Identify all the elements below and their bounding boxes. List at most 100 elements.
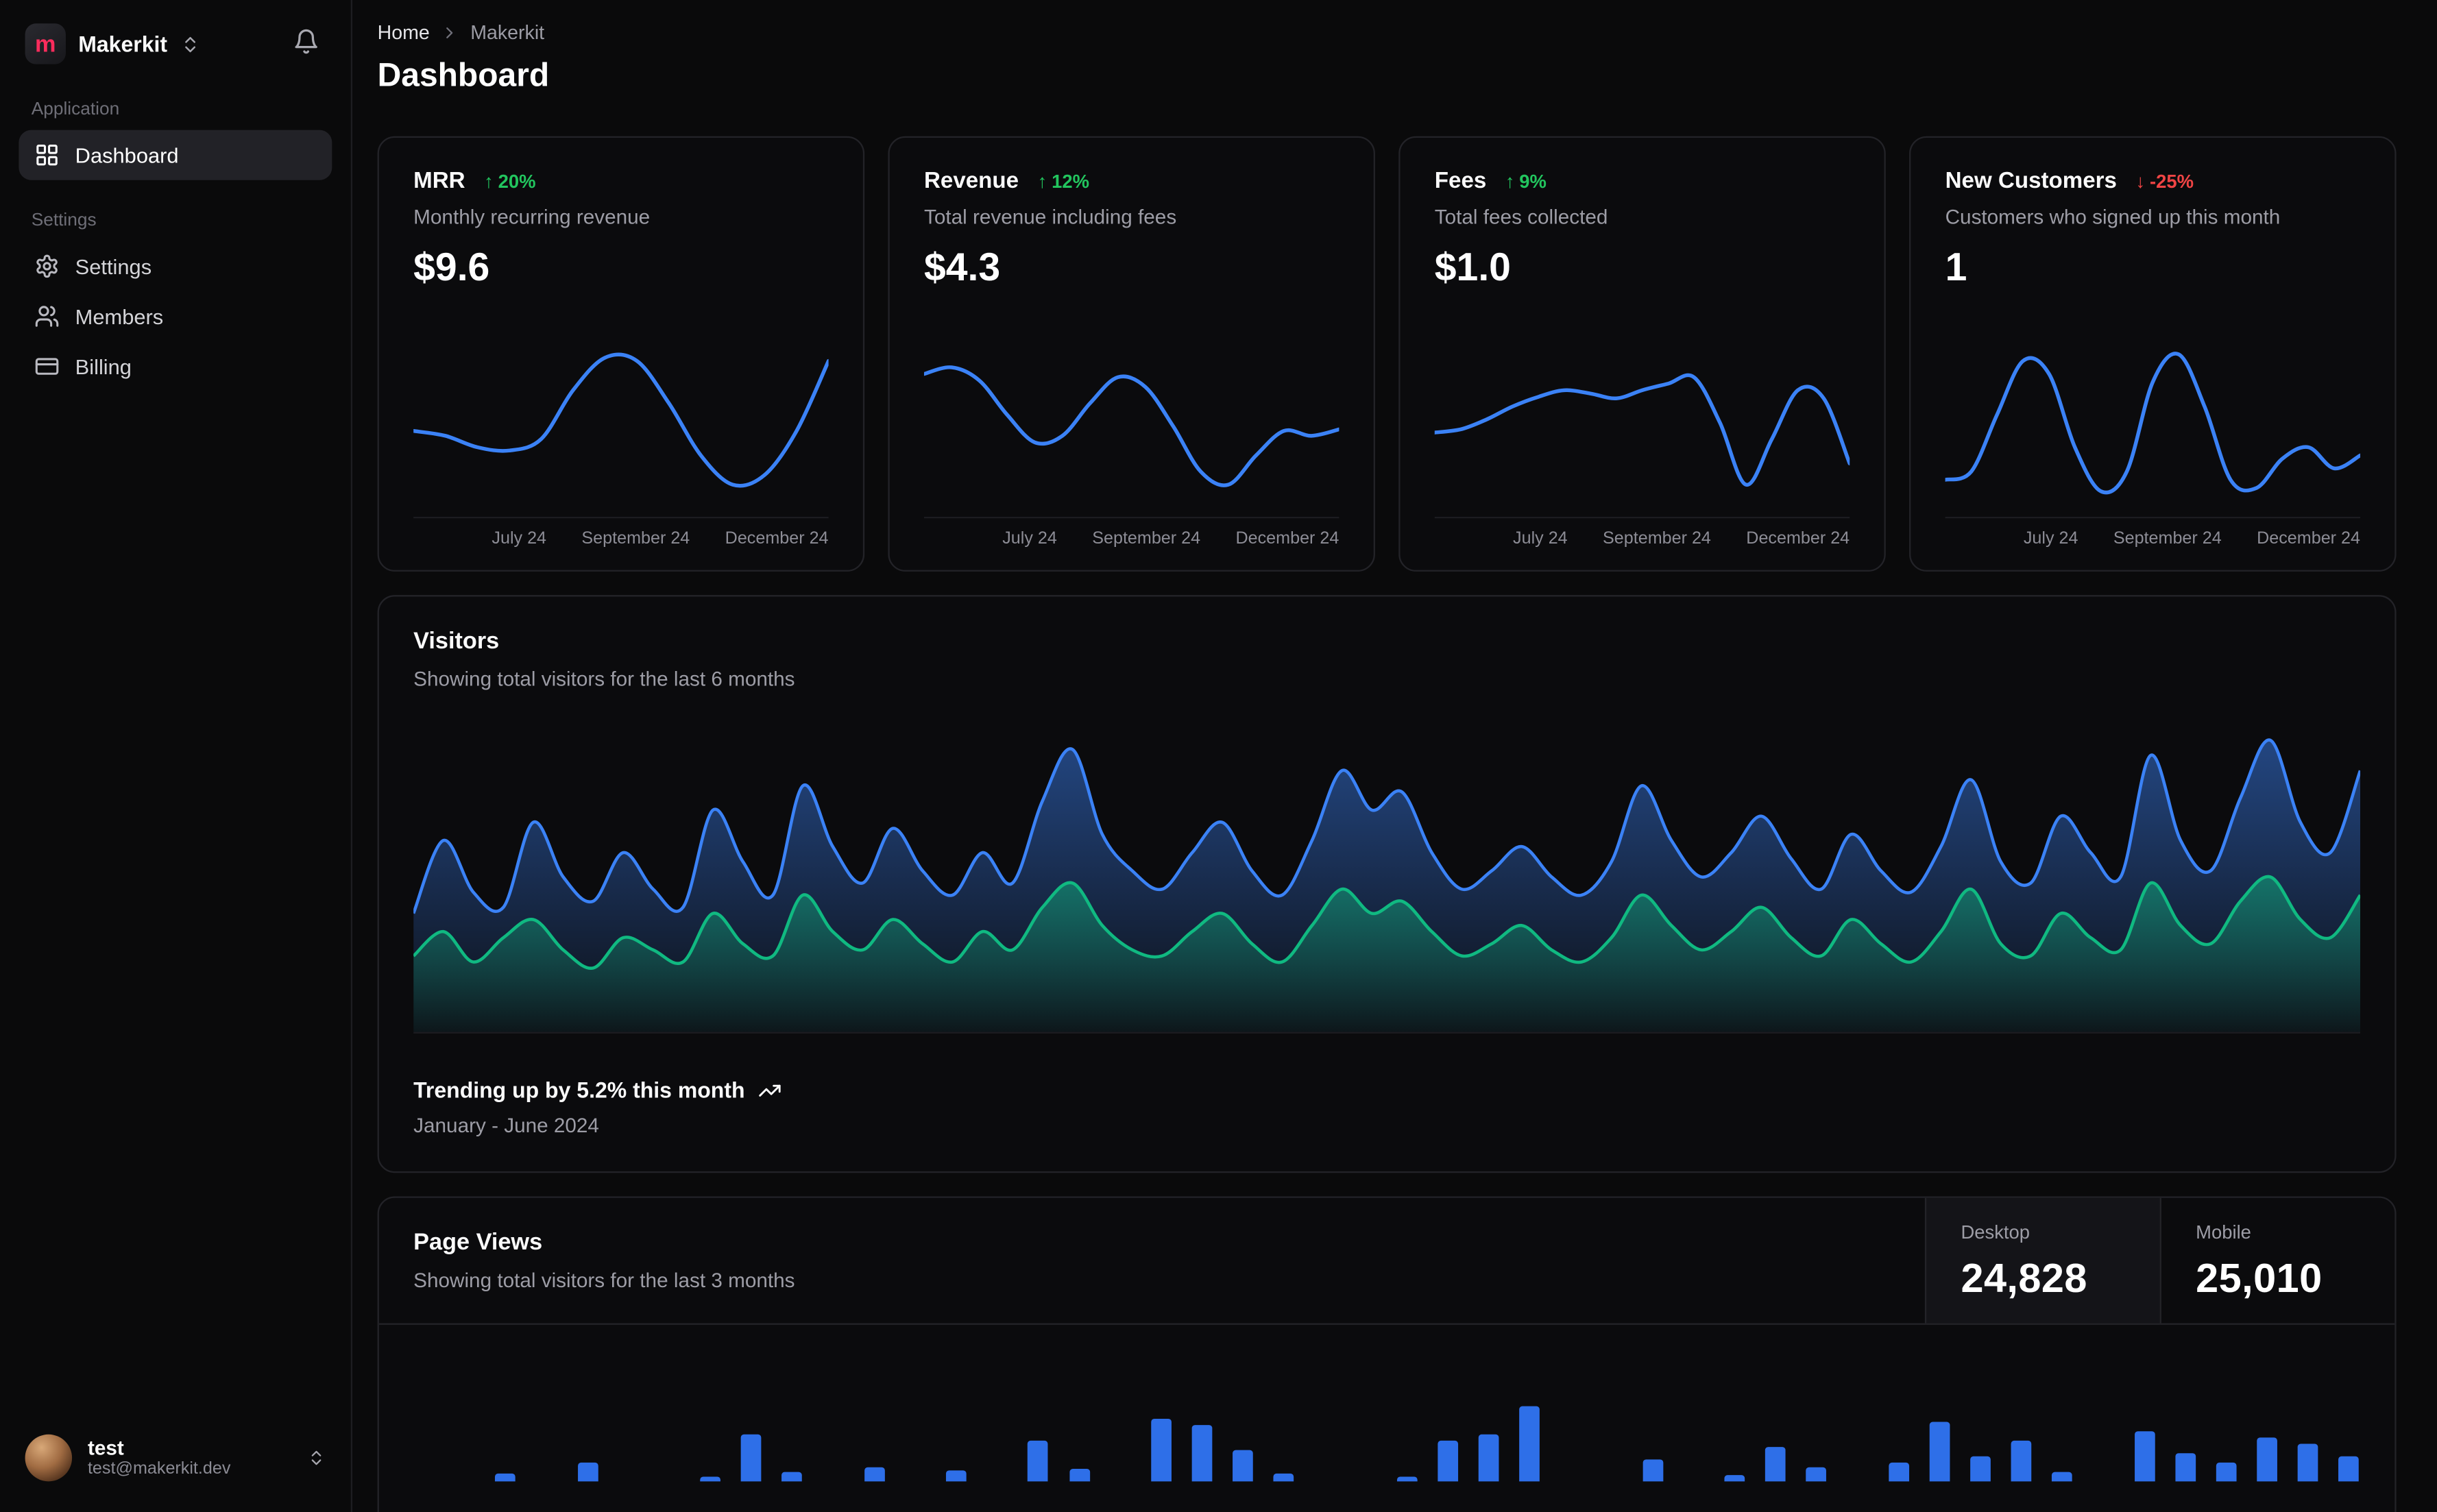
app-logo: m (25, 23, 66, 64)
bar (1478, 1434, 1499, 1482)
stat-value: $1.0 (1434, 245, 1511, 290)
trend-change: -25% (2149, 171, 2194, 193)
notifications-button[interactable] (287, 22, 326, 66)
x-axis-ticks: July 24 September 24 December 24 (924, 529, 1339, 548)
trend-badge: ↑ 9% (1505, 171, 1547, 193)
trend-arrow-icon: ↓ (2135, 171, 2146, 193)
bar (1028, 1440, 1049, 1482)
tick-label: July 24 (1513, 529, 1568, 548)
credit-card-icon (34, 354, 60, 379)
page-views-header: Page Views Showing total visitors for th… (378, 1197, 2395, 1325)
page-views-bar-chart (413, 1325, 2360, 1482)
fees-sparkline-chart (1434, 332, 1850, 519)
page-views-toggle-desktop[interactable]: Desktop 24,828 (1924, 1197, 2160, 1324)
sidebar-item-label: Settings (75, 254, 152, 278)
bar (781, 1472, 803, 1482)
bar (946, 1470, 967, 1482)
gear-icon (34, 254, 60, 279)
revenue-sparkline-chart (923, 332, 1339, 519)
nav-section-label-settings: Settings (31, 211, 97, 230)
trend-badge: ↑ 12% (1038, 171, 1089, 193)
tick-label: December 24 (1746, 529, 1850, 548)
breadcrumb-current: Makerkit (470, 21, 545, 44)
page-title: Dashboard (377, 58, 550, 95)
stat-value: $4.3 (923, 245, 1001, 290)
toggle-value: 25,010 (2196, 1254, 2323, 1302)
bar (1519, 1406, 1540, 1482)
sidebar-item-members[interactable]: Members (19, 291, 332, 341)
stat-card-fees: Fees ↑ 9% Total fees collected $1.0 July… (1398, 136, 1886, 572)
visitors-card: Visitors Showing total visitors for the … (377, 595, 2397, 1173)
bar (1642, 1459, 1663, 1482)
trend-badge: ↓ -25% (2135, 171, 2194, 193)
trend-arrow-icon: ↑ (484, 171, 494, 193)
tick-label: July 24 (492, 529, 547, 548)
page-views-toggle-mobile[interactable]: Mobile 25,010 (2159, 1197, 2395, 1324)
x-axis-ticks: July 24 September 24 December 24 (413, 529, 828, 548)
bar (2134, 1431, 2155, 1482)
bar (1396, 1476, 1418, 1482)
bar (1274, 1473, 1294, 1482)
main-content: Home Makerkit Dashboard MRR ↑ 20% Monthl… (352, 0, 2437, 1512)
tick-label: September 24 (2113, 529, 2222, 548)
sidebar-item-settings[interactable]: Settings (19, 241, 332, 291)
visitors-date-range: January - June 2024 (413, 1113, 599, 1137)
visitors-trend-text: Trending up by 5.2% this month (413, 1077, 745, 1103)
stat-subtitle: Customers who signed up this month (1945, 205, 2281, 229)
stat-value: $9.6 (413, 245, 490, 290)
trend-badge: ↑ 20% (484, 171, 535, 193)
toggle-label: Mobile (2196, 1221, 2251, 1244)
sidebar: m Makerkit Application Dashboard Setting… (0, 0, 353, 1512)
bar (495, 1473, 516, 1482)
new-customers-sparkline-chart (1945, 332, 2361, 519)
trend-change: 9% (1519, 171, 1547, 193)
bar (1888, 1462, 1909, 1482)
stat-value: 1 (1945, 245, 1967, 290)
bar (1233, 1450, 1254, 1482)
bar (864, 1467, 885, 1482)
user-menu[interactable]: test test@makerkit.dev (19, 1425, 332, 1491)
user-avatar (25, 1434, 73, 1482)
sidebar-header: m Makerkit (19, 19, 332, 69)
breadcrumb: Home Makerkit (378, 22, 2397, 44)
bar (2174, 1453, 2196, 1482)
sidebar-item-dashboard[interactable]: Dashboard (19, 130, 332, 180)
sidebar-item-label: Dashboard (75, 143, 179, 167)
page-views-subtitle: Showing total visitors for the last 3 mo… (413, 1268, 795, 1292)
trending-up-icon (757, 1078, 781, 1101)
bar (2298, 1443, 2318, 1482)
tick-label: December 24 (725, 529, 829, 548)
bar (700, 1476, 721, 1482)
trend-change: 12% (1052, 171, 1089, 193)
bar (2338, 1456, 2360, 1482)
page-views-card: Page Views Showing total visitors for th… (377, 1196, 2397, 1512)
tick-label: December 24 (2257, 529, 2361, 548)
bar (1765, 1447, 1786, 1482)
toggle-label: Desktop (1961, 1221, 2030, 1244)
breadcrumb-home[interactable]: Home (378, 22, 430, 44)
stat-title: Revenue (923, 169, 1019, 195)
x-axis-ticks: July 24 September 24 December 24 (1435, 529, 1850, 548)
bar (1806, 1467, 1827, 1482)
sidebar-nav: Application Dashboard Settings Settings … (19, 69, 332, 392)
stat-subtitle: Total revenue including fees (923, 205, 1177, 229)
stat-subtitle: Total fees collected (1434, 205, 1608, 229)
stat-title: Fees (1434, 169, 1487, 195)
bar (1069, 1469, 1090, 1482)
chevrons-up-down-icon (307, 1448, 326, 1467)
trend-change: 20% (498, 171, 536, 193)
stat-card-new-customers: New Customers ↓ -25% Customers who signe… (1909, 136, 2397, 572)
bar (577, 1462, 598, 1482)
users-icon (34, 304, 60, 329)
bar (1191, 1425, 1213, 1482)
workspace-switcher[interactable]: m Makerkit (25, 23, 200, 64)
stat-title: MRR (413, 169, 465, 195)
user-email: test@makerkit.dev (87, 1459, 231, 1478)
tick-label: September 24 (581, 529, 690, 548)
sidebar-item-billing[interactable]: Billing (19, 341, 332, 391)
layout-grid-icon (34, 143, 60, 168)
visitors-area-chart (413, 719, 2361, 1034)
bar (2257, 1437, 2278, 1482)
stat-card-mrr: MRR ↑ 20% Monthly recurring revenue $9.6… (377, 136, 865, 572)
toggle-value: 24,828 (1961, 1254, 2087, 1302)
